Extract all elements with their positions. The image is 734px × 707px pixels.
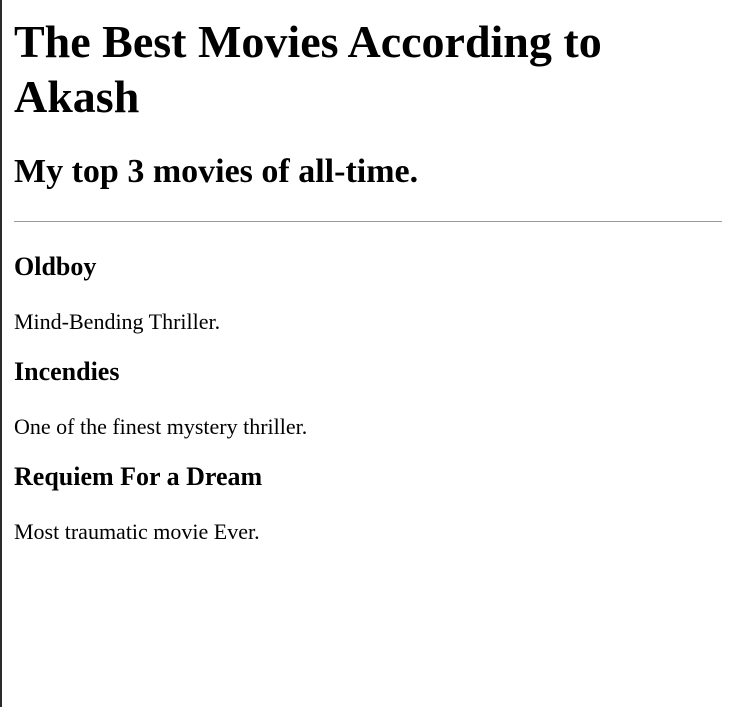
movie-item: Requiem For a Dream Most traumatic movie… <box>14 462 722 545</box>
movie-description: One of the finest mystery thriller. <box>14 414 308 439</box>
section-divider <box>14 221 722 222</box>
window-left-border <box>0 0 2 707</box>
movie-item: Incendies One of the finest mystery thri… <box>14 357 722 440</box>
page-content: The Best Movies According to Akash My to… <box>14 0 722 545</box>
movie-title: Requiem For a Dream <box>14 462 263 491</box>
page-title: The Best Movies According to Akash <box>14 16 602 122</box>
movie-description: Most traumatic movie Ever. <box>14 519 260 544</box>
movie-title: Incendies <box>14 357 120 386</box>
movie-list: Oldboy Mind-Bending Thriller. Incendies … <box>14 252 722 545</box>
movie-item: Oldboy Mind-Bending Thriller. <box>14 252 722 335</box>
movie-title: Oldboy <box>14 252 97 281</box>
page-subtitle: My top 3 movies of all-time. <box>14 153 419 190</box>
movie-description: Mind-Bending Thriller. <box>14 309 221 334</box>
